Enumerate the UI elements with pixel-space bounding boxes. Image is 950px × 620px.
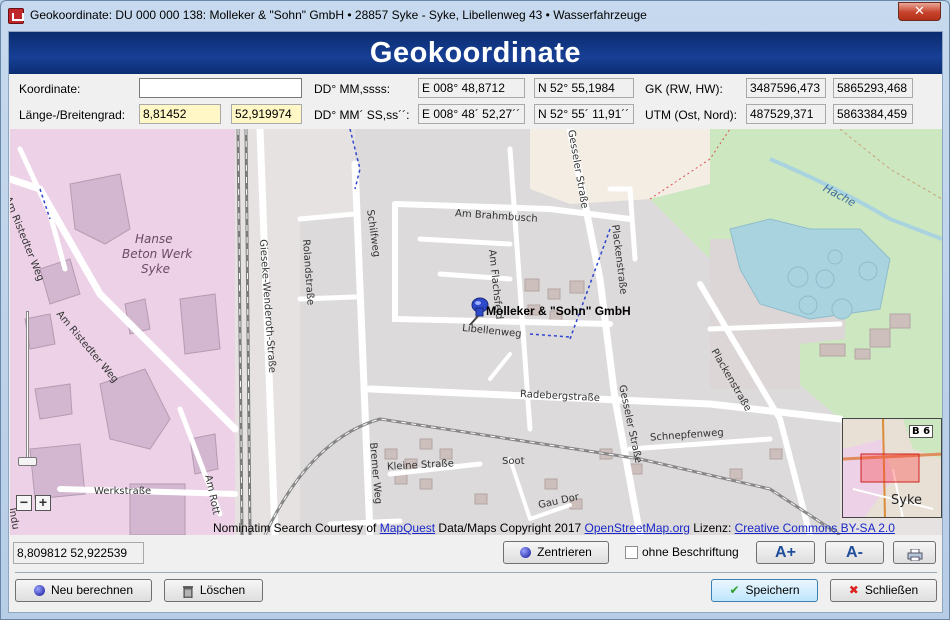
overview-town-label: Syke bbox=[891, 493, 923, 508]
breitengrad-input[interactable]: 52,919974 bbox=[231, 104, 302, 124]
print-button[interactable] bbox=[893, 541, 936, 564]
cursor-coords-field: 8,809812 52,922539 bbox=[13, 542, 144, 564]
map-label-syke-werk: Syke bbox=[141, 262, 171, 276]
dd-mm-label: DD° MM,ssss: bbox=[314, 82, 391, 96]
center-button[interactable]: Zentrieren bbox=[503, 541, 609, 564]
font-smaller-button[interactable]: A- bbox=[825, 541, 884, 564]
close-button[interactable]: ✖ Schließen bbox=[830, 579, 937, 602]
close-x-icon: ✖ bbox=[848, 583, 859, 598]
zoom-slider-handle[interactable] bbox=[18, 457, 37, 466]
dd-mm-e-field: E 008° 48,8712 bbox=[418, 78, 525, 98]
laengengrad-input[interactable]: 8,81452 bbox=[139, 104, 221, 124]
checkmark-icon: ✔ bbox=[729, 583, 740, 598]
dd-mm-ss-n-field: N 52° 55´ 11,91´´ bbox=[534, 104, 634, 124]
recalculate-button-label: Neu berechnen bbox=[50, 583, 134, 597]
map-view[interactable]: Hanse Beton Werk Syke Am Ristedter Weg A… bbox=[10, 129, 942, 535]
save-button-label: Speichern bbox=[745, 583, 800, 597]
mapquest-link[interactable]: MapQuest bbox=[380, 521, 435, 535]
dd-mm-ss-e-field: E 008° 48´ 52,27´´ bbox=[418, 104, 525, 124]
trash-icon bbox=[182, 584, 194, 599]
no-caption-checkbox[interactable] bbox=[625, 546, 638, 559]
window-title: Geokoordinate: DU 000 000 138: Molleker … bbox=[30, 8, 647, 22]
banner-title: Geokoordinate bbox=[369, 37, 582, 69]
separator bbox=[15, 572, 937, 573]
overview-map[interactable]: B 6 Syke bbox=[842, 418, 942, 518]
recalculate-button[interactable]: Neu berechnen bbox=[15, 579, 152, 602]
zoom-out-button[interactable]: − bbox=[16, 495, 32, 511]
globe-icon bbox=[33, 585, 45, 597]
dd-mm-ss-label: DD° MM´ SS,ss´´: bbox=[314, 108, 410, 122]
map-credit: Nominatim Search Courtesy of MapQuest Da… bbox=[213, 521, 895, 535]
laenge-label: Länge-/Breitengrad: bbox=[19, 108, 126, 122]
koordinate-input[interactable] bbox=[139, 78, 302, 98]
delete-button[interactable]: Löschen bbox=[164, 579, 263, 602]
dialog-client: Geokoordinate Koordinate: Länge-/Breiten… bbox=[8, 31, 943, 613]
dialog-window: Geokoordinate: DU 000 000 138: Molleker … bbox=[0, 0, 950, 620]
app-icon bbox=[8, 8, 24, 24]
window-close-button[interactable]: ✕ bbox=[898, 2, 941, 21]
font-larger-button[interactable]: A+ bbox=[756, 541, 815, 564]
marker-label: Molleker & "Sohn" GmbH bbox=[486, 304, 631, 318]
utm-label: UTM (Ost, Nord): bbox=[645, 108, 737, 122]
save-button[interactable]: ✔ Speichern bbox=[711, 579, 818, 602]
gk-hw-field: 5865293,468 bbox=[833, 78, 913, 98]
zoom-in-button[interactable]: + bbox=[35, 495, 51, 511]
banner: Geokoordinate bbox=[9, 32, 942, 74]
overview-road-badge: B 6 bbox=[909, 425, 934, 438]
map-label-soot: Soot bbox=[502, 456, 525, 467]
credit-prefix: Nominatim Search Courtesy of bbox=[213, 521, 380, 535]
close-button-label: Schließen bbox=[864, 583, 919, 597]
utm-nord-field: 5863384,459 bbox=[833, 104, 913, 124]
osm-link[interactable]: OpenStreetMap.org bbox=[585, 521, 690, 535]
globe-icon bbox=[520, 547, 532, 559]
gk-label: GK (RW, HW): bbox=[645, 82, 723, 96]
credit-lizenz: Lizenz: bbox=[689, 521, 735, 535]
no-caption-label: ohne Beschriftung bbox=[642, 545, 739, 559]
center-button-label: Zentrieren bbox=[537, 545, 592, 559]
dd-mm-n-field: N 52° 55,1984 bbox=[534, 78, 634, 98]
title-bar[interactable]: Geokoordinate: DU 000 000 138: Molleker … bbox=[1, 1, 949, 31]
map-label-werkstrasse: Werkstraße bbox=[94, 486, 152, 497]
credit-middle: Data/Maps Copyright 2017 bbox=[435, 521, 585, 535]
gk-rw-field: 3487596,473 bbox=[746, 78, 826, 98]
map-label-beton-werk: Beton Werk bbox=[122, 247, 193, 261]
utm-ost-field: 487529,371 bbox=[746, 104, 826, 124]
map-label-hanse: Hanse bbox=[135, 232, 173, 246]
printer-icon bbox=[907, 547, 923, 562]
license-link[interactable]: Creative Commons BY-SA 2.0 bbox=[735, 521, 895, 535]
koordinate-label: Koordinate: bbox=[19, 82, 81, 96]
delete-button-label: Löschen bbox=[199, 583, 246, 597]
zoom-slider-track[interactable] bbox=[26, 311, 29, 461]
